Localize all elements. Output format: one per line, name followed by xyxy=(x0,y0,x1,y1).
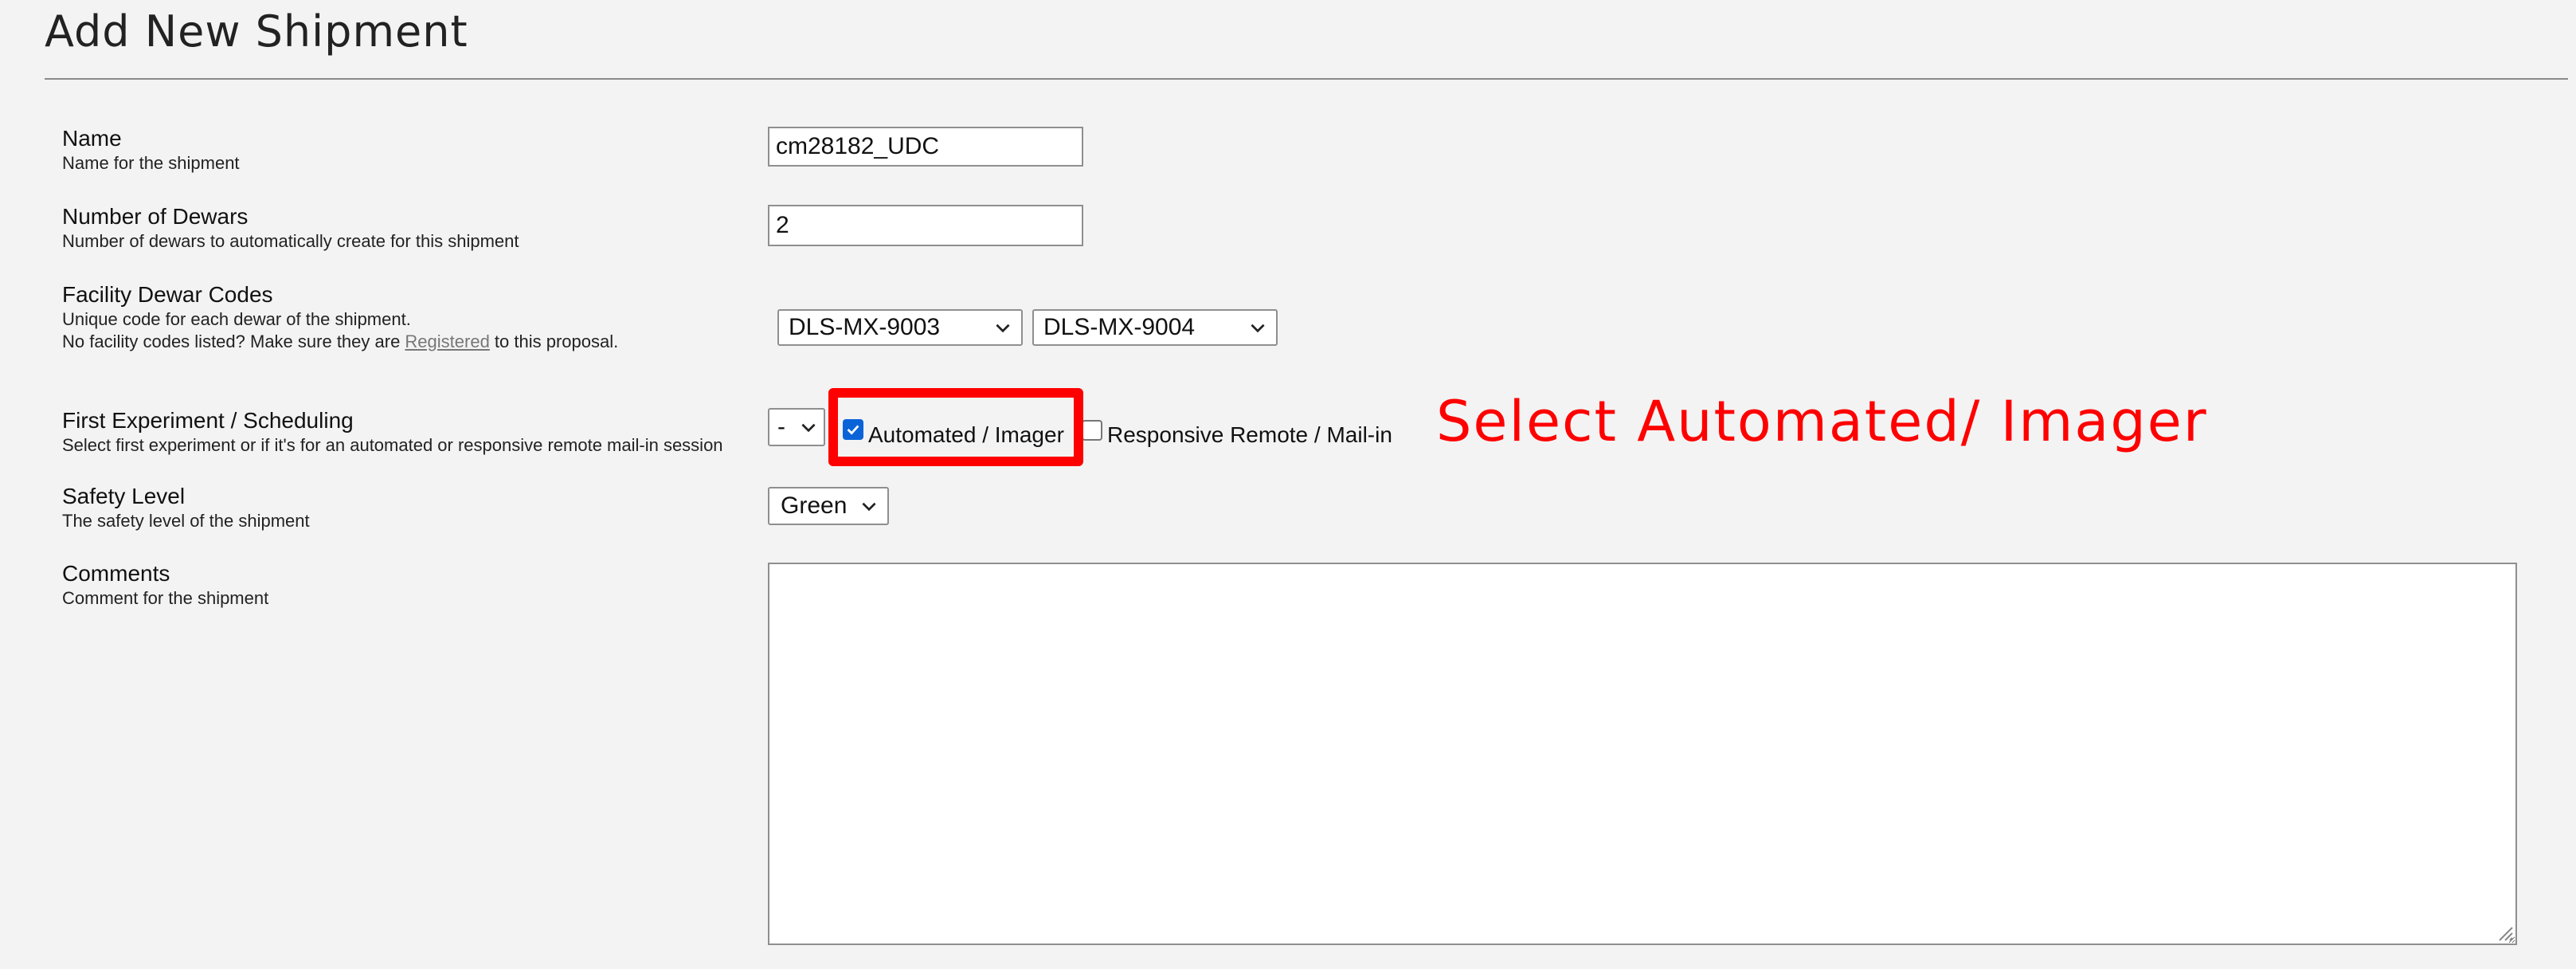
facility-codes-description-line1: Unique code for each dewar of the shipme… xyxy=(62,309,411,329)
chevron-down-icon xyxy=(1251,324,1265,333)
facility-code-select-1[interactable]: DLS-MX-9003 xyxy=(777,309,1023,346)
responsive-remote-label: Responsive Remote / Mail-in xyxy=(1107,422,1392,447)
resize-grip-icon[interactable] xyxy=(2495,923,2514,942)
name-description: Name for the shipment xyxy=(62,153,240,173)
page-title: Add New Shipment xyxy=(45,6,468,57)
facility-codes-description-prefix: No facility codes listed? Make sure they… xyxy=(62,332,405,351)
responsive-remote-option[interactable]: Responsive Remote / Mail-in xyxy=(1082,413,1392,448)
dewars-input[interactable] xyxy=(768,205,1083,246)
dewars-description: Number of dewars to automatically create… xyxy=(62,231,519,251)
first-experiment-select[interactable]: - xyxy=(768,408,825,446)
title-divider xyxy=(45,78,2568,80)
chevron-down-icon xyxy=(862,502,876,512)
comments-label: Comments xyxy=(62,561,170,586)
facility-code-select-2[interactable]: DLS-MX-9004 xyxy=(1032,309,1278,346)
first-experiment-description: Select first experiment or if it's for a… xyxy=(62,435,723,455)
facility-code-select-2-value: DLS-MX-9004 xyxy=(1043,314,1196,340)
safety-label-group: Safety Level The safety level of the shi… xyxy=(62,483,310,532)
safety-level-select[interactable]: Green xyxy=(768,487,889,525)
dewars-label-group: Number of Dewars Number of dewars to aut… xyxy=(62,203,519,253)
first-experiment-label-group: First Experiment / Scheduling Select fir… xyxy=(62,407,731,457)
name-label-group: Name Name for the shipment xyxy=(62,125,240,175)
facility-code-select-1-value: DLS-MX-9003 xyxy=(789,314,941,340)
comments-textarea[interactable] xyxy=(768,563,2517,945)
safety-description: The safety level of the shipment xyxy=(62,511,310,531)
chevron-down-icon xyxy=(801,423,816,433)
safety-label: Safety Level xyxy=(62,484,186,508)
comments-description: Comment for the shipment xyxy=(62,588,269,608)
first-experiment-label: First Experiment / Scheduling xyxy=(62,408,354,433)
chevron-down-icon xyxy=(996,324,1010,333)
facility-codes-label-group: Facility Dewar Codes Unique code for eac… xyxy=(62,281,618,353)
safety-level-select-value: Green xyxy=(781,492,848,519)
comments-label-group: Comments Comment for the shipment xyxy=(62,560,268,610)
name-input[interactable] xyxy=(768,127,1083,167)
name-label: Name xyxy=(62,126,122,151)
registered-link[interactable]: Registered xyxy=(405,332,489,351)
first-experiment-select-value: - xyxy=(777,414,785,440)
dewars-label: Number of Dewars xyxy=(62,204,249,229)
facility-codes-description-suffix: to this proposal. xyxy=(489,332,619,351)
responsive-remote-checkbox[interactable] xyxy=(1082,420,1102,441)
annotation-text: Select Automated/ Imager xyxy=(1436,389,2208,454)
facility-codes-label: Facility Dewar Codes xyxy=(62,282,273,307)
annotation-highlight-box xyxy=(828,388,1083,466)
facility-codes-description-line2: No facility codes listed? Make sure they… xyxy=(62,331,618,353)
